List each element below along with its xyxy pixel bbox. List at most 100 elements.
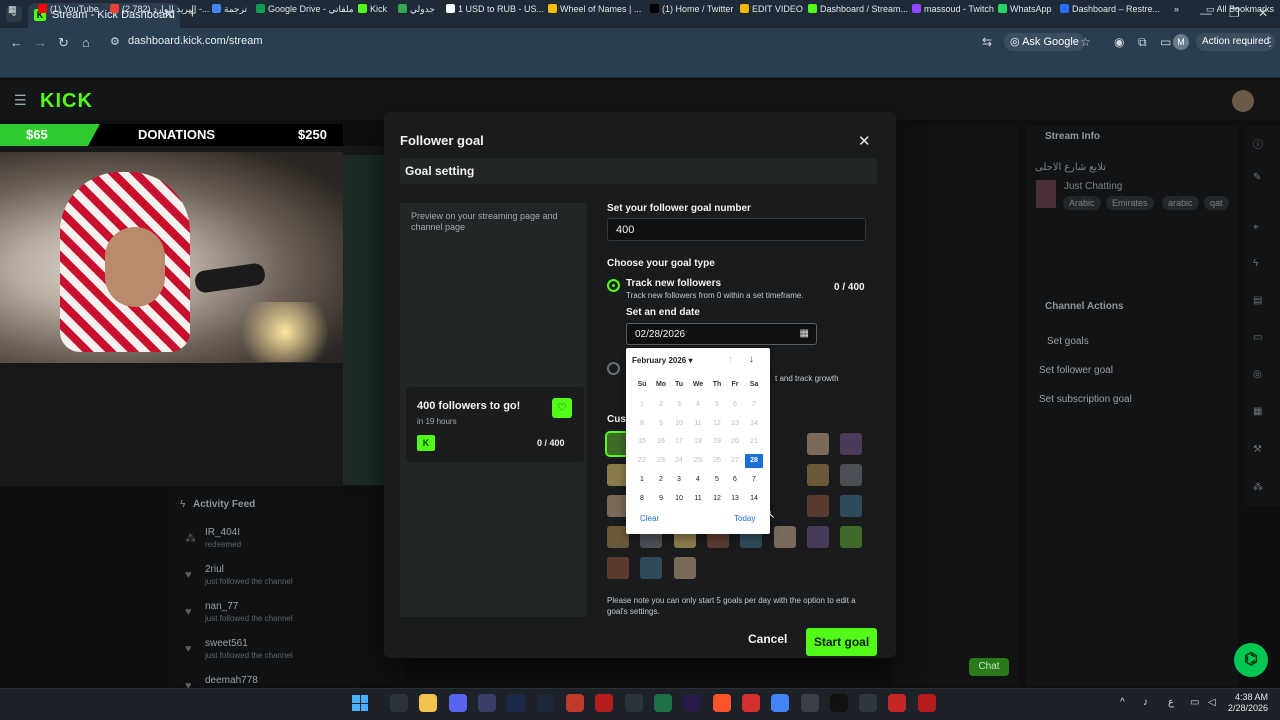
calendar-day[interactable]: 4 [689, 473, 707, 487]
emote-option[interactable] [807, 526, 829, 548]
calendar-day[interactable]: 5 [708, 473, 726, 487]
chat-icon[interactable]: ▭ [1253, 332, 1262, 343]
system-clock[interactable]: 4:38 AM 2/28/2026 [1228, 692, 1268, 714]
app-icon[interactable] [859, 694, 877, 712]
site-info-icon[interactable]: ⚙ [110, 35, 120, 48]
chat-send-button[interactable]: Chat [969, 658, 1009, 676]
bookmarks-overflow-icon[interactable]: » [1174, 4, 1179, 14]
emote-option[interactable] [807, 495, 829, 517]
activity-user[interactable]: deemah778 [205, 675, 258, 686]
volume-icon[interactable]: ◁ [1208, 697, 1216, 708]
all-bookmarks[interactable]: ▭ All Bookmarks [1206, 4, 1274, 15]
goal-number-input[interactable] [607, 218, 866, 241]
bookmark-item[interactable]: Kick [358, 4, 387, 14]
calendar-clear-button[interactable]: Clear [640, 514, 659, 523]
ask-google-button[interactable]: ◎ Ask Google [1004, 33, 1085, 51]
info-icon[interactable]: ⓘ [1253, 136, 1263, 151]
activity-user[interactable]: sweet561 [205, 638, 293, 649]
emote-option[interactable] [840, 526, 862, 548]
track-new-followers-radio[interactable] [607, 279, 620, 292]
emote-option[interactable] [640, 557, 662, 579]
reload-icon[interactable]: ↻ [58, 35, 69, 51]
previous-month-icon[interactable]: ↑ [728, 354, 733, 365]
search-icon[interactable] [390, 694, 408, 712]
emote-option[interactable] [840, 433, 862, 455]
bookmark-item[interactable]: (1) YouTube [38, 4, 99, 14]
layout-icon[interactable]: ▦ [1253, 406, 1262, 417]
calendar-day[interactable]: 13 [726, 492, 744, 506]
calendar-day[interactable]: 7 [745, 473, 763, 487]
extensions-puzzle-icon[interactable]: ⧉ [1138, 35, 1147, 50]
app-icon[interactable] [742, 694, 760, 712]
network-icon[interactable]: ▭ [1190, 697, 1199, 708]
bookmark-item[interactable]: (2,782) البريد الوارد -... [110, 4, 209, 15]
bookmark-item[interactable]: ترجمة [212, 4, 247, 15]
steam-icon[interactable] [537, 694, 555, 712]
emote-option[interactable] [807, 464, 829, 486]
bookmark-item[interactable]: 1 USD to RUB - US... [446, 4, 544, 14]
start-goal-button[interactable]: Start goal [806, 628, 877, 656]
menu-icon[interactable]: ☰ [14, 92, 27, 109]
calendar-day[interactable]: 6 [726, 473, 744, 487]
app-icon[interactable] [888, 694, 906, 712]
app-icon[interactable] [566, 694, 584, 712]
microphone-icon[interactable]: ♪ [1143, 697, 1148, 708]
capcut-icon[interactable] [830, 694, 848, 712]
track-total-followers-radio[interactable] [607, 362, 620, 375]
keyboard-language[interactable]: ع [1168, 697, 1174, 708]
bookmark-item[interactable]: Dashboard / Stream... [808, 4, 908, 14]
bookmark-item[interactable]: WhatsApp [998, 4, 1052, 14]
profile-avatar[interactable]: M [1173, 34, 1189, 50]
calendar-day[interactable]: 14 [745, 492, 763, 506]
apps-icon[interactable]: ⁂ [1253, 482, 1263, 493]
app-icon[interactable] [625, 694, 643, 712]
chrome-icon[interactable] [771, 694, 789, 712]
back-icon[interactable]: ← [10, 35, 23, 50]
emote-option[interactable] [674, 557, 696, 579]
emote-option[interactable] [840, 464, 862, 486]
calendar-day[interactable]: 8 [633, 492, 651, 506]
calendar-today-button[interactable]: Today [734, 514, 755, 523]
forward-icon[interactable]: → [34, 35, 47, 50]
bookmark-item[interactable]: جدولي [398, 4, 435, 15]
app-icon[interactable] [595, 694, 613, 712]
emote-option[interactable] [840, 495, 862, 517]
file-explorer-icon[interactable] [419, 694, 437, 712]
bookmark-item[interactable]: (1) Home / Twitter [650, 4, 733, 14]
discord-icon[interactable] [449, 694, 467, 712]
sidepanel-icon[interactable]: ▭ [1160, 35, 1171, 49]
cancel-button[interactable]: Cancel [748, 632, 787, 646]
bookmark-item[interactable]: Dashboard – Restre... [1060, 4, 1160, 14]
calendar-day[interactable]: 3 [670, 473, 688, 487]
excel-icon[interactable] [654, 694, 672, 712]
calendar-day[interactable]: 10 [670, 492, 688, 506]
apps-grid-icon[interactable]: ▦ [8, 4, 17, 15]
user-avatar[interactable] [1232, 90, 1254, 112]
address-bar[interactable]: ⚙ dashboard.kick.com/stream [104, 31, 1004, 53]
calendar-day[interactable]: 11 [689, 492, 707, 506]
calendar-day-selected[interactable]: 28 [745, 454, 763, 469]
brave-icon[interactable] [713, 694, 731, 712]
set-goals-back[interactable]: Set goals [1047, 336, 1089, 347]
tray-chevron-icon[interactable]: ^ [1120, 697, 1125, 708]
emote-option[interactable] [607, 557, 629, 579]
calendar-icon[interactable]: ▦ [800, 328, 809, 339]
next-month-icon[interactable]: ↓ [749, 354, 754, 365]
premiere-icon[interactable] [683, 694, 701, 712]
emote-option[interactable] [807, 433, 829, 455]
bookmark-item[interactable]: EDIT VIDEO [740, 4, 803, 14]
photoshop-icon[interactable] [507, 694, 525, 712]
activity-user[interactable]: nan_77 [205, 601, 293, 612]
bolt-icon[interactable]: ϟ [1253, 258, 1258, 269]
bookmark-item[interactable]: massoud - Twitch [912, 4, 994, 14]
doc-icon[interactable]: ▤ [1253, 295, 1262, 306]
set-subscription-goal-link[interactable]: Set subscription goal [1039, 394, 1132, 405]
app-icon[interactable] [918, 694, 936, 712]
windows-start-icon[interactable] [352, 695, 368, 711]
broadcast-icon[interactable]: ◎ [1253, 369, 1262, 380]
kick-logo[interactable]: KICK [40, 90, 93, 113]
calendar-day[interactable]: 9 [652, 492, 670, 506]
bookmark-item[interactable]: Wheel of Names | ... [548, 4, 641, 14]
app-icon[interactable] [801, 694, 819, 712]
calendar-month-select[interactable]: February 2026 ▾ [632, 356, 693, 365]
